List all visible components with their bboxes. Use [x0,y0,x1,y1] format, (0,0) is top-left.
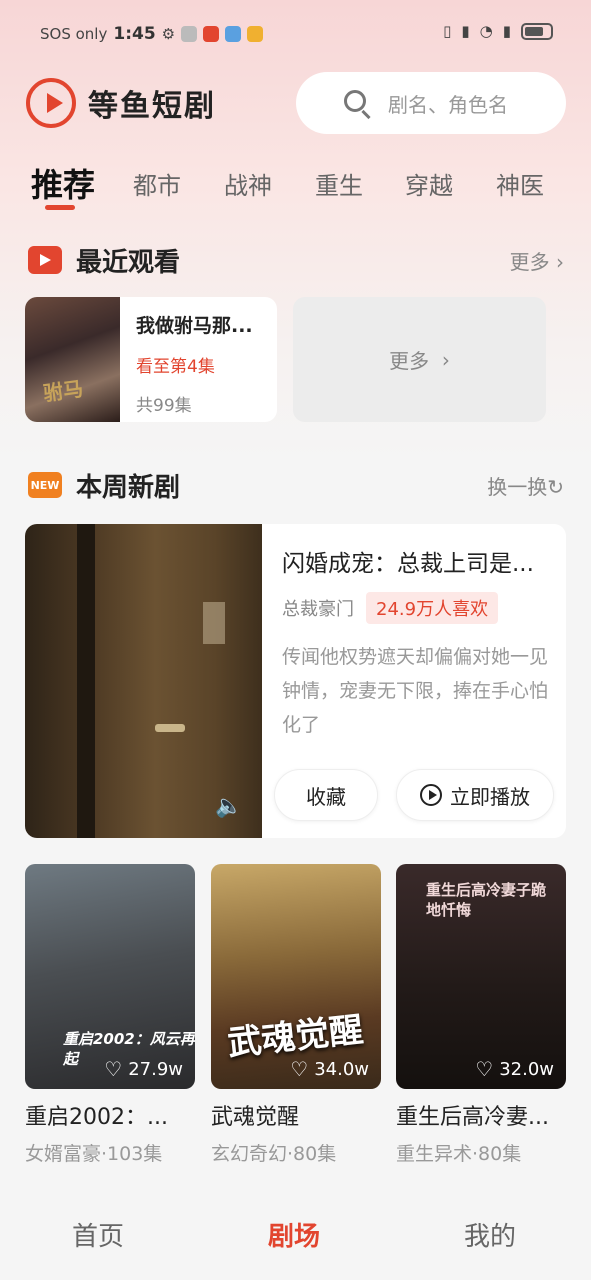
play-now-button[interactable]: 立即播放 [396,769,554,821]
drama-name: 重生后高冷妻... [396,1105,549,1130]
favorite-label: 收藏 [306,784,346,809]
featured-drama-title: 闪婚成宠：总裁上司是... [282,551,534,577]
drama-name: 武魂觉醒 [211,1105,300,1130]
status-bar: SOS only 1:45 ⚙ ▯ ▮ ◔ ▮ [0,14,591,52]
app-name: 等鱼短剧 [88,89,216,124]
drama-meta: 重生异术·80集 [396,1143,522,1165]
drama-likes-count: 34.0w [314,1058,369,1080]
recent-more-link[interactable]: 更多 › [510,246,564,275]
drama-likes: ♡ 27.9w [104,1057,183,1081]
drama-likes: ♡ 34.0w [290,1057,369,1081]
drama-poster-title: 重生后高冷妻子跪地忏悔 [426,881,547,919]
recent-poster-title: 驸马 [41,376,85,406]
play-now-label: 立即播放 [450,784,530,809]
recent-drama-name: 我做驸马那... [136,315,253,337]
recent-more-card-label: 更多 [389,349,430,373]
heart-icon: ♡ [475,1057,494,1081]
clock: 1:45 [113,24,156,44]
recent-more-label: 更多 [509,249,550,274]
featured-video-preview[interactable]: 🔈 [25,524,262,838]
recent-more-card[interactable]: 更多 › [293,297,546,422]
tab-war-god[interactable]: 战神 [224,166,272,201]
recent-drama-info: 我做驸马那... 看至第4集 共99集 [136,311,271,416]
active-tab-indicator [45,205,75,210]
signal-icon: ▮ [502,22,511,40]
app-notification-icon [203,26,220,42]
drama-meta: 女婿富豪·103集 [25,1143,163,1165]
tab-divine-doctor[interactable]: 神医 [496,166,544,201]
recent-drama-card[interactable]: 驸马 我做驸马那... 看至第4集 共99集 [25,297,277,422]
video-frame-detail [155,724,185,732]
tab-rebirth[interactable]: 重生 [315,166,363,201]
recent-section-header: 最近观看 更多 › [28,240,564,280]
volume-icon[interactable]: 🔈 [215,794,245,819]
gallery-icon [181,26,198,42]
featured-description: 传闻他权势遮天却偏偏对她一见钟情，宠妻无下限，捧在手心怕化了 [282,646,549,736]
drama-likes: ♡ 32.0w [475,1057,554,1081]
featured-drama-card[interactable]: 🔈 闪婚成宠：总裁上司是... 总裁豪门 24.9万人喜欢 传闻他权势遮天却偏偏… [25,524,566,838]
settings-icon: ⚙ [161,25,176,43]
weekly-section-header: NEW 本周新剧 换一换↻ [28,465,564,505]
recent-drama-progress: 看至第4集 [136,357,215,377]
featured-drama-info: 闪婚成宠：总裁上司是... 总裁豪门 24.9万人喜欢 传闻他权势遮天却偏偏对她… [282,544,552,742]
drama-card[interactable]: 重生后高冷妻子跪地忏悔 ♡ 32.0w 重生后高冷妻... 重生异术·80集 [396,864,566,1166]
heart-icon: ♡ [104,1057,123,1081]
weekly-title: 本周新剧 [76,472,181,503]
drama-poster: 重启2002：风云再起 ♡ 27.9w [25,864,195,1089]
recent-drama-episodes: 共99集 [136,396,192,416]
chevron-right-icon: › [441,347,450,372]
recent-drama-poster: 驸马 [25,297,120,422]
vibrate-icon: ▮ [461,22,470,40]
nav-profile[interactable]: 我的 [464,1216,516,1253]
status-right: ▯ ▮ ◔ ▮ [443,22,553,40]
drama-poster: 重生后高冷妻子跪地忏悔 ♡ 32.0w [396,864,566,1089]
chevron-right-icon: › [556,249,564,274]
drama-likes-count: 27.9w [128,1058,183,1080]
nav-theater[interactable]: 剧场 [268,1216,320,1253]
drama-likes-count: 32.0w [499,1058,554,1080]
drama-poster: 武魂觉醒 ♡ 34.0w [211,864,381,1089]
category-tabs: 推荐 都市 战神 重生 穿越 神医 [0,160,591,220]
featured-genre: 总裁豪门 [282,599,354,620]
drama-poster-title: 武魂觉醒 [225,1009,366,1064]
refresh-icon: ↻ [547,474,564,499]
video-frame-detail [77,524,95,838]
video-frame-detail [203,602,225,644]
featured-drama-meta: 总裁豪门 24.9万人喜欢 [282,592,552,624]
wallet-notification-icon [247,26,264,42]
tab-city[interactable]: 都市 [133,166,181,201]
favorite-button[interactable]: 收藏 [274,769,378,821]
logo-play-icon [26,78,76,128]
drama-meta: 玄幻奇幻·80集 [211,1143,337,1165]
refresh-button[interactable]: 换一换↻ [487,471,564,500]
drama-name: 重启2002：... [25,1105,168,1130]
drama-card[interactable]: 重启2002：风云再起 ♡ 27.9w 重启2002：... 女婿富豪·103集 [25,864,195,1166]
video-camera-icon [28,246,62,274]
drama-card[interactable]: 武魂觉醒 ♡ 34.0w 武魂觉醒 玄幻奇幻·80集 [211,864,381,1166]
nav-home[interactable]: 首页 [72,1216,124,1253]
tab-recommend[interactable]: 推荐 [31,160,95,206]
play-circle-icon [420,784,442,806]
search-placeholder: 剧名、角色名 [388,92,508,117]
status-left: SOS only 1:45 ⚙ [40,24,264,44]
search-input[interactable]: 剧名、角色名 [296,72,566,134]
refresh-label: 换一换 [487,474,548,499]
search-icon [344,90,366,112]
nfc-icon: ▯ [443,22,452,40]
app-logo: 等鱼短剧 [26,78,216,128]
recent-title: 最近观看 [76,247,181,278]
new-badge-icon: NEW [28,472,62,498]
carrier-text: SOS only [40,25,108,43]
tab-time-travel[interactable]: 穿越 [405,166,453,201]
bottom-navigation: 首页 剧场 我的 [0,1200,591,1280]
wifi-icon: ◔ [479,22,493,40]
store-notification-icon [225,26,242,42]
battery-icon [521,22,553,40]
featured-likes-badge: 24.9万人喜欢 [366,592,499,624]
heart-icon: ♡ [290,1057,309,1081]
